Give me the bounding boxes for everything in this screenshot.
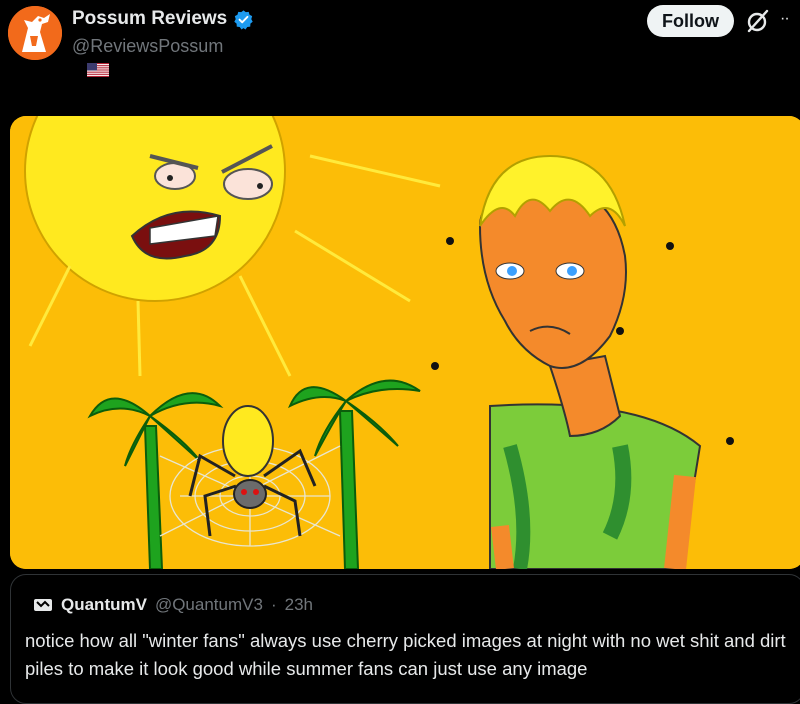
quoted-author-handle[interactable]: @QuantumV3 xyxy=(155,595,263,615)
quoted-author-name[interactable]: QuantumV xyxy=(61,595,147,615)
author-name[interactable]: Possum Reviews xyxy=(72,8,227,30)
quoted-post[interactable]: QuantumV @QuantumV3 · 23h notice how all… xyxy=(10,574,800,704)
quantumv-avatar-icon[interactable] xyxy=(33,595,53,615)
more-icon[interactable]: ·· xyxy=(780,10,790,28)
possum-logo-icon xyxy=(8,6,62,60)
verified-badge-icon xyxy=(234,9,253,29)
follow-button[interactable]: Follow xyxy=(647,5,734,37)
grok-icon[interactable] xyxy=(744,7,772,35)
author-avatar[interactable] xyxy=(8,6,62,60)
author-name-row[interactable]: Possum Reviews xyxy=(72,8,254,30)
cartoon-illustration xyxy=(10,116,800,569)
us-flag-icon xyxy=(87,63,109,77)
post-image[interactable] xyxy=(10,116,800,569)
separator-dot: · xyxy=(270,595,277,614)
quoted-timestamp[interactable]: 23h xyxy=(285,595,313,615)
author-handle[interactable]: @ReviewsPossum xyxy=(72,36,223,57)
quoted-post-text: notice how all "winter fans" always use … xyxy=(25,630,786,679)
quoted-post-header: QuantumV @QuantumV3 · 23h xyxy=(33,595,313,615)
